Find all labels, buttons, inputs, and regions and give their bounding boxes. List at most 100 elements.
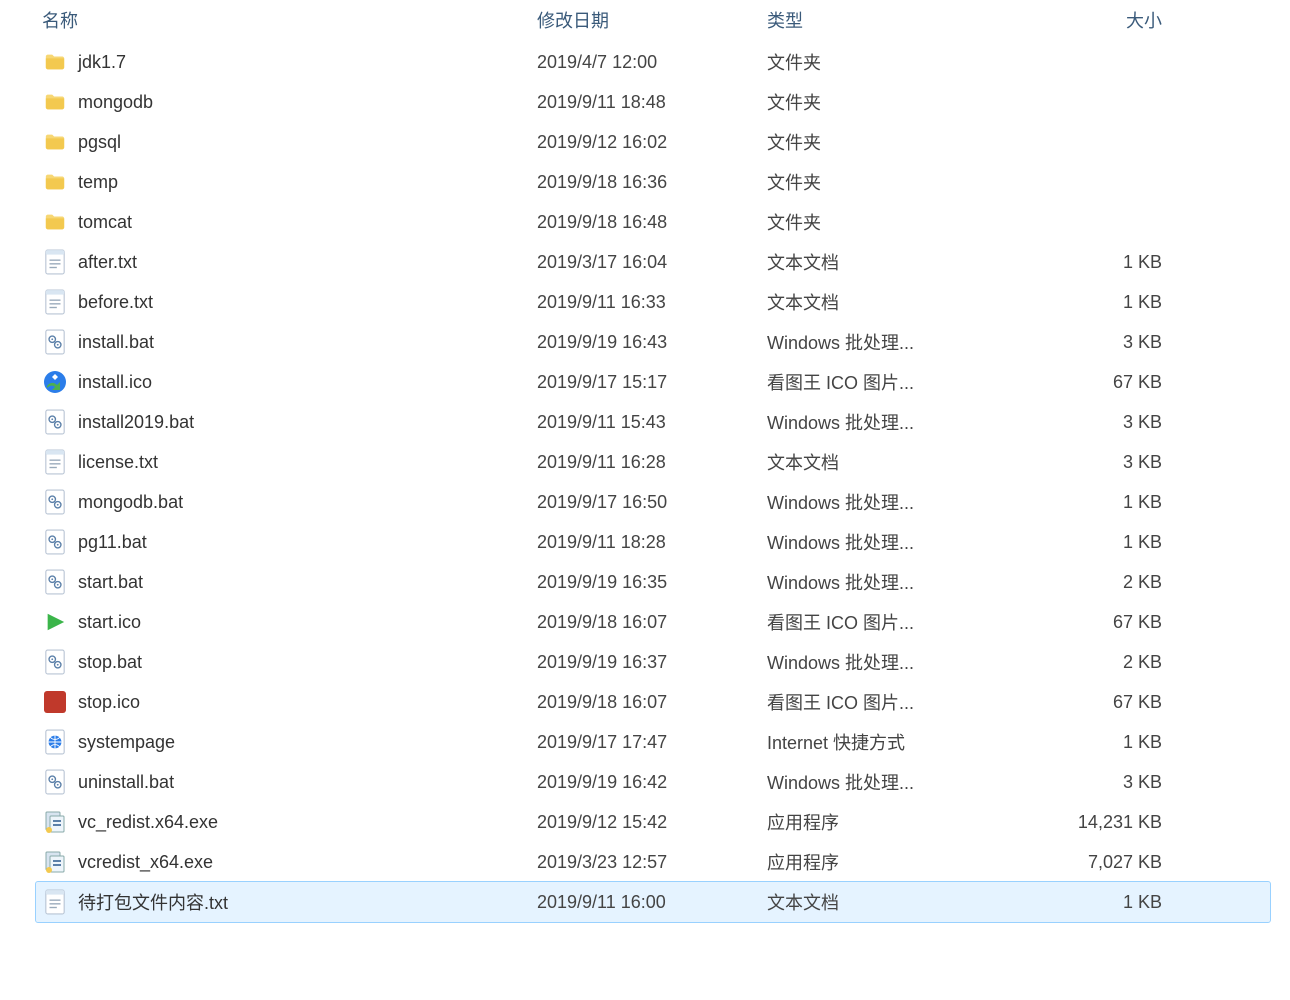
folder-icon [42,209,68,235]
folder-icon [42,169,68,195]
install-ico-icon [42,369,68,395]
installer-exe-icon [42,849,68,875]
file-row[interactable]: uninstall.bat2019/9/19 16:42Windows 批处理.… [36,762,1270,802]
column-header-modified[interactable]: 修改日期 [537,7,767,33]
file-row[interactable]: mongodb2019/9/11 18:48文件夹 [36,82,1270,122]
file-row[interactable]: jdk1.72019/4/7 12:00文件夹 [36,42,1270,82]
file-row[interactable]: stop.ico2019/9/18 16:07看图王 ICO 图片...67 K… [36,682,1270,722]
file-type: 文本文档 [767,289,992,315]
file-row[interactable]: license.txt2019/9/11 16:28文本文档3 KB [36,442,1270,482]
file-modified: 2019/9/12 16:02 [537,132,767,153]
file-size: 3 KB [992,332,1172,353]
file-modified: 2019/9/18 16:36 [537,172,767,193]
batch-file-icon [42,569,68,595]
file-type: 应用程序 [767,849,992,875]
file-size: 3 KB [992,452,1172,473]
file-name: tomcat [78,212,132,233]
file-type: Windows 批处理... [767,489,992,515]
file-type: Windows 批处理... [767,529,992,555]
file-type: 应用程序 [767,809,992,835]
file-name: pgsql [78,132,121,153]
file-name: after.txt [78,252,137,273]
file-size: 7,027 KB [992,852,1172,873]
batch-file-icon [42,649,68,675]
text-file-icon [42,889,68,915]
batch-file-icon [42,769,68,795]
file-modified: 2019/9/11 18:48 [537,92,767,113]
file-name: install.bat [78,332,154,353]
file-modified: 2019/9/12 15:42 [537,812,767,833]
file-size: 2 KB [992,572,1172,593]
batch-file-icon [42,329,68,355]
start-ico-icon [42,609,68,635]
file-row[interactable]: vcredist_x64.exe2019/3/23 12:57应用程序7,027… [36,842,1270,882]
file-type: 文件夹 [767,129,992,155]
file-modified: 2019/9/17 15:17 [537,372,767,393]
file-size: 1 KB [992,492,1172,513]
file-modified: 2019/3/17 16:04 [537,252,767,273]
file-row[interactable]: install.bat2019/9/19 16:43Windows 批处理...… [36,322,1270,362]
file-row[interactable]: start.ico 2019/9/18 16:07看图王 ICO 图片...67 … [36,602,1270,642]
file-row[interactable]: pgsql 2019/9/12 16:02文件夹 [36,122,1270,162]
batch-file-icon [42,489,68,515]
file-modified: 2019/9/11 16:28 [537,452,767,473]
file-type: 文本文档 [767,449,992,475]
file-size: 67 KB [992,612,1172,633]
column-header-size[interactable]: 大小 [992,7,1172,33]
text-file-icon [42,289,68,315]
file-size: 2 KB [992,652,1172,673]
file-type: 看图王 ICO 图片... [767,369,992,395]
file-modified: 2019/9/18 16:07 [537,612,767,633]
column-header-name[interactable]: 名称 [42,7,537,33]
file-type: Windows 批处理... [767,649,992,675]
file-row[interactable]: systempage2019/9/17 17:47Internet 快捷方式1 … [36,722,1270,762]
file-name: vc_redist.x64.exe [78,812,218,833]
file-modified: 2019/9/11 18:28 [537,532,767,553]
folder-icon [42,89,68,115]
file-row[interactable]: install.ico2019/9/17 15:17看图王 ICO 图片...6… [36,362,1270,402]
file-row[interactable]: tomcat2019/9/18 16:48文件夹 [36,202,1270,242]
file-modified: 2019/9/17 17:47 [537,732,767,753]
file-row[interactable]: 待打包文件内容.txt2019/9/11 16:00文本文档1 KB [36,882,1270,922]
file-type: 看图王 ICO 图片... [767,689,992,715]
batch-file-icon [42,409,68,435]
file-type: 看图王 ICO 图片... [767,609,992,635]
file-row[interactable]: mongodb.bat2019/9/17 16:50Windows 批处理...… [36,482,1270,522]
file-row[interactable]: before.txt2019/9/11 16:33文本文档1 KB [36,282,1270,322]
file-size: 14,231 KB [992,812,1172,833]
column-header-type[interactable]: 类型 [767,7,992,33]
file-type: Windows 批处理... [767,769,992,795]
file-type: 文件夹 [767,169,992,195]
file-rows-container: jdk1.72019/4/7 12:00文件夹mongodb2019/9/11 … [36,42,1270,922]
file-row[interactable]: stop.bat2019/9/19 16:37Windows 批处理...2 K… [36,642,1270,682]
folder-icon [42,129,68,155]
file-name: stop.bat [78,652,142,673]
file-name: temp [78,172,118,193]
file-name: vcredist_x64.exe [78,852,213,873]
file-modified: 2019/9/17 16:50 [537,492,767,513]
internet-shortcut-icon [42,729,68,755]
folder-icon [42,49,68,75]
file-modified: 2019/9/11 16:00 [537,892,767,913]
file-row[interactable]: start.bat2019/9/19 16:35Windows 批处理...2 … [36,562,1270,602]
file-modified: 2019/9/11 16:33 [537,292,767,313]
file-size: 3 KB [992,772,1172,793]
installer-exe-icon [42,809,68,835]
file-list-view: 名称 修改日期 类型 大小 jdk1.72019/4/7 12:00文件夹mon… [0,0,1290,942]
file-row[interactable]: after.txt2019/3/17 16:04文本文档1 KB [36,242,1270,282]
file-row[interactable]: install2019.bat2019/9/11 15:43Windows 批处… [36,402,1270,442]
file-modified: 2019/4/7 12:00 [537,52,767,73]
file-name: stop.ico [78,692,140,713]
file-type: 文件夹 [767,209,992,235]
file-row[interactable]: vc_redist.x64.exe 2019/9/12 15:42应用程序14,2… [36,802,1270,842]
file-type: 文本文档 [767,889,992,915]
file-row[interactable]: temp 2019/9/18 16:36文件夹 [36,162,1270,202]
file-type: Windows 批处理... [767,569,992,595]
file-row[interactable]: pg11.bat2019/9/11 18:28Windows 批处理...1 K… [36,522,1270,562]
file-name: start.ico [78,612,141,633]
file-name: pg11.bat [78,532,147,553]
file-size: 1 KB [992,892,1172,913]
file-modified: 2019/9/18 16:07 [537,692,767,713]
file-type: 文件夹 [767,49,992,75]
file-type: 文本文档 [767,249,992,275]
